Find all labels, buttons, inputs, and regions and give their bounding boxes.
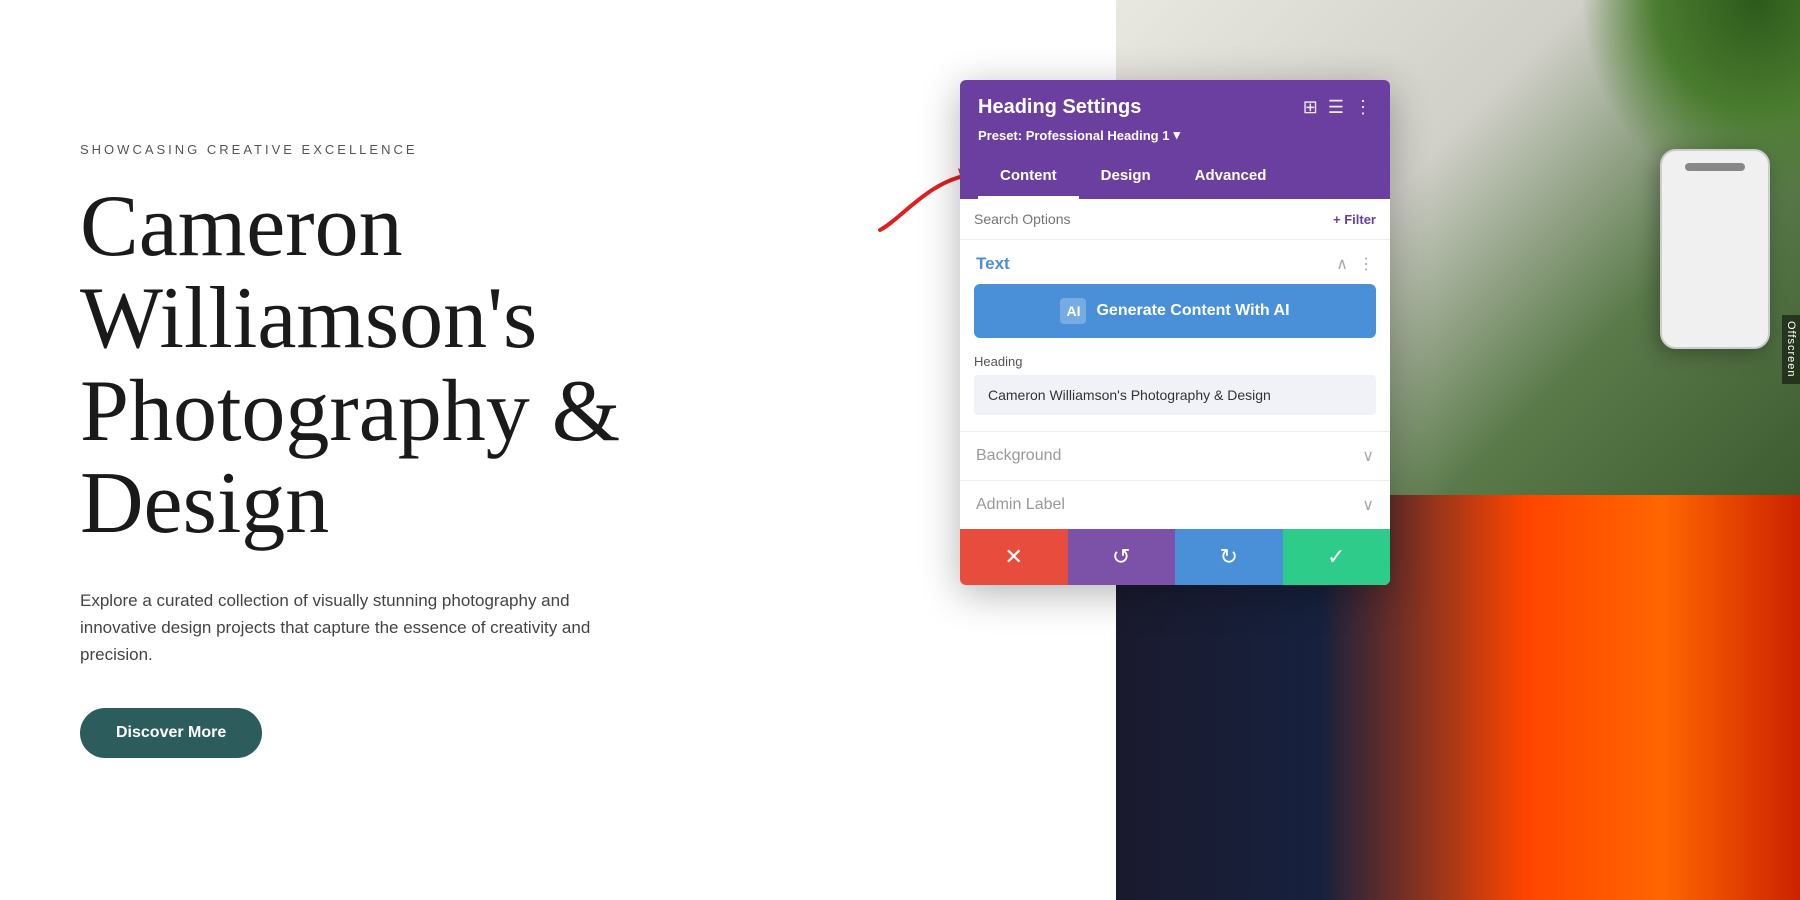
tab-design[interactable]: Design [1079,155,1173,199]
collapse-icon[interactable]: ∧ [1336,254,1348,274]
panel-preset[interactable]: Preset: Professional Heading 1 ▾ [978,127,1372,143]
ai-icon: AI [1060,298,1086,324]
panel-footer: ✕ ↺ ↻ ✓ [960,529,1390,585]
heading-line1: Cameron [80,178,403,275]
panel-title: Heading Settings [978,96,1141,119]
admin-label-section-title: Admin Label [976,496,1065,514]
heading-field-label: Heading [974,354,1376,369]
redo-icon: ↻ [1220,544,1238,570]
tab-advanced[interactable]: Advanced [1173,155,1289,199]
columns-icon[interactable]: ☰ [1328,97,1344,118]
admin-label-section[interactable]: Admin Label ∨ [960,480,1390,529]
undo-button[interactable]: ↺ [1068,529,1176,585]
background-section[interactable]: Background ∨ [960,431,1390,480]
filter-button[interactable]: + Filter [1333,212,1376,227]
heading-line3: Photography & [80,363,620,460]
save-icon: ✓ [1327,544,1345,570]
main-heading: Cameron Williamson's Photography & Desig… [80,181,964,551]
background-section-title: Background [976,447,1061,465]
ai-button-label: Generate Content With AI [1096,302,1289,320]
background-chevron-icon: ∨ [1362,446,1374,466]
tab-content[interactable]: Content [978,155,1079,199]
preset-label: Preset: Professional Heading 1 [978,128,1169,143]
panel-body: + Filter Text ∧ ⋮ AI Generate Content Wi… [960,199,1390,529]
heading-line4: Design [80,455,329,552]
redo-button[interactable]: ↻ [1175,529,1283,585]
discover-more-button[interactable]: Discover More [80,708,262,758]
text-section-icons: ∧ ⋮ [1336,254,1374,274]
search-input[interactable] [974,211,1325,227]
admin-label-chevron-icon: ∨ [1362,495,1374,515]
main-content-area: SHOWCASING CREATIVE EXCELLENCE Cameron W… [0,0,1044,900]
panel-title-row: Heading Settings ⊞ ☰ ⋮ [978,96,1372,119]
search-row: + Filter [960,199,1390,240]
main-description: Explore a curated collection of visually… [80,587,640,669]
preset-chevron: ▾ [1173,127,1180,143]
heading-field-group: Heading [960,354,1390,431]
phone-decoration [1660,149,1770,349]
section-more-icon[interactable]: ⋮ [1358,254,1374,274]
text-section-header: Text ∧ ⋮ [960,240,1390,284]
ai-generate-button[interactable]: AI Generate Content With AI [974,284,1376,338]
undo-icon: ↺ [1112,544,1130,570]
text-section-title: Text [976,254,1010,274]
page-subtitle: SHOWCASING CREATIVE EXCELLENCE [80,142,964,157]
panel-header-icons: ⊞ ☰ ⋮ [1303,97,1372,118]
heading-field-input[interactable] [974,375,1376,415]
panel-tabs: Content Design Advanced [978,155,1372,199]
more-options-icon[interactable]: ⋮ [1354,97,1372,118]
save-button[interactable]: ✓ [1283,529,1391,585]
offscreen-label: Offscreen [1782,315,1800,384]
settings-panel: Heading Settings ⊞ ☰ ⋮ Preset: Professio… [960,80,1390,585]
panel-header: Heading Settings ⊞ ☰ ⋮ Preset: Professio… [960,80,1390,199]
expand-icon[interactable]: ⊞ [1303,97,1318,118]
cancel-button[interactable]: ✕ [960,529,1068,585]
heading-line2: Williamson's [80,270,537,367]
cancel-icon: ✕ [1005,544,1023,570]
